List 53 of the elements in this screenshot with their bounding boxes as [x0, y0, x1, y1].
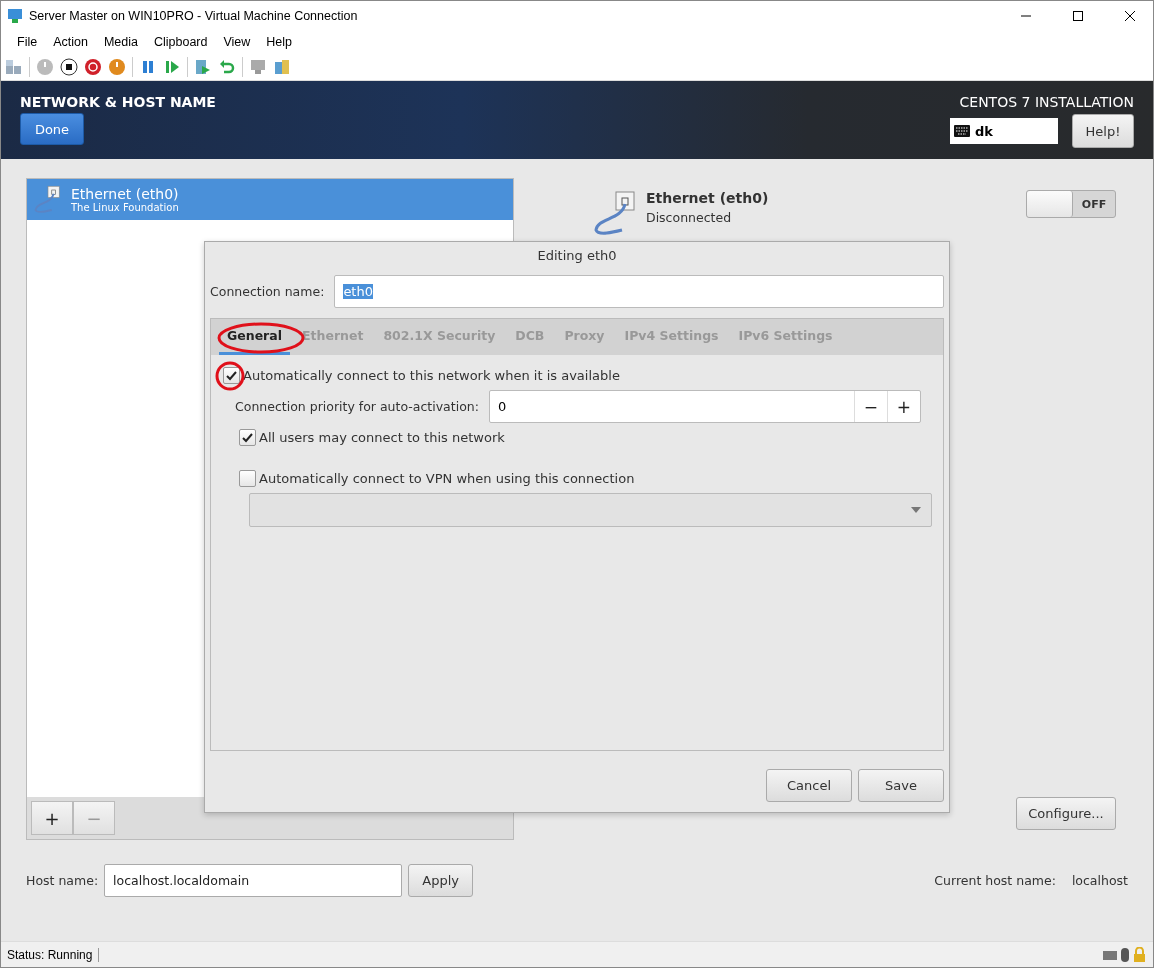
current-host-name-label: Current host name: [934, 873, 1056, 888]
device-status: Disconnected [646, 210, 733, 225]
checkbox-label: Automatically connect to this network when it is available [243, 368, 620, 383]
increment-button[interactable]: + [886, 391, 920, 422]
ethernet-icon [33, 184, 63, 215]
help-button[interactable]: Help! [1072, 114, 1134, 148]
checkbox[interactable] [223, 367, 240, 384]
add-button[interactable]: + [31, 801, 73, 835]
done-button[interactable]: Done [20, 113, 84, 145]
toggle-switch[interactable]: OFF [1026, 190, 1116, 218]
menu-item[interactable]: File [9, 35, 46, 49]
app-icon [7, 8, 23, 24]
device-title: Ethernet (eth0) [646, 190, 770, 206]
shutdown-icon[interactable] [84, 57, 102, 76]
decrement-button[interactable]: − [853, 391, 887, 422]
window-title: Server Master on WIN10PRO - Virtual Machine Connection [29, 9, 359, 23]
page-title: NETWORK & HOST NAME [20, 94, 216, 110]
product-title: CENTOS 7 INSTALLATION [959, 94, 1134, 110]
apply-button[interactable]: Apply [408, 864, 474, 897]
close-icon [1125, 11, 1135, 21]
menu-item[interactable]: Help [258, 35, 301, 49]
menu-item[interactable]: Media [95, 35, 146, 49]
highlight-ellipse-overlay [215, 361, 245, 391]
menu-item[interactable]: Clipboard [145, 35, 216, 49]
keyboard-layout-indicator[interactable]: dk [950, 118, 1058, 144]
stop-icon[interactable] [60, 57, 78, 76]
maximize-icon [1073, 11, 1083, 21]
checkbox-label: Automatically connect to VPN when using this connection [259, 471, 635, 486]
status-text: Status: Running [7, 947, 100, 962]
checkbox[interactable] [239, 429, 256, 446]
device-vendor: The Linux Foundation [71, 202, 179, 213]
caret-icon [911, 507, 921, 513]
layout-icon[interactable] [5, 57, 23, 76]
power-icon[interactable] [36, 57, 54, 76]
checkbox[interactable] [239, 470, 256, 487]
checkpoint-icon[interactable] [194, 57, 212, 76]
priority-spinner[interactable]: 0 − + [488, 390, 921, 423]
power-icon[interactable] [108, 57, 126, 76]
save-button[interactable]: Save [858, 769, 944, 802]
host-name-label: Host name: [26, 873, 99, 888]
checkbox-label: All users may connect to this network [259, 430, 505, 445]
host-name-field[interactable]: localhost.localdomain [104, 864, 403, 897]
configure-button[interactable]: Configure... [1016, 797, 1116, 830]
device-name: Ethernet (eth0) [71, 186, 179, 202]
tray-icons [1103, 946, 1147, 963]
cancel-button[interactable]: Cancel [766, 769, 852, 802]
current-host-name: localhost [1071, 873, 1128, 888]
priority-label: Connection priority for auto-activation: [235, 399, 479, 414]
connection-name-label: Connection name: [210, 284, 325, 299]
menu-item[interactable]: Action [45, 35, 96, 49]
dialog-title: Editing eth0 [537, 247, 617, 265]
menu-item[interactable]: View [215, 35, 259, 49]
monitor-icon[interactable] [249, 57, 267, 76]
